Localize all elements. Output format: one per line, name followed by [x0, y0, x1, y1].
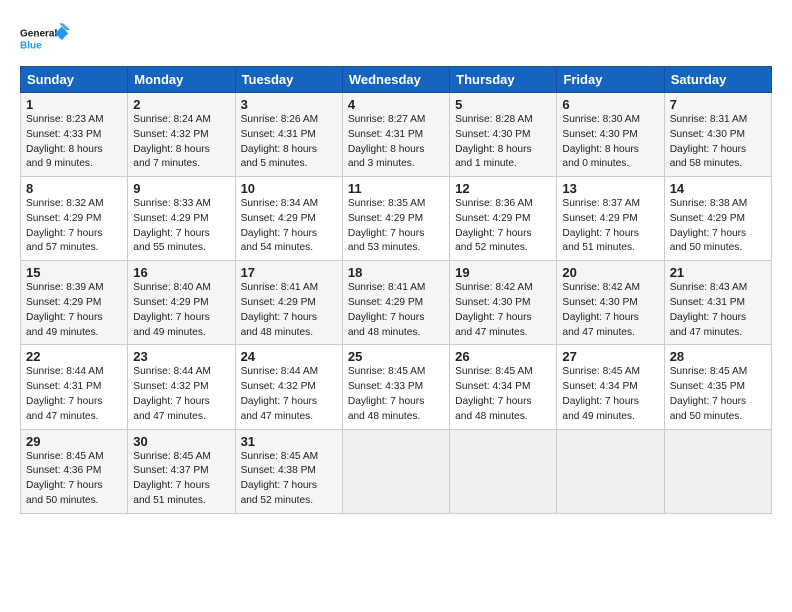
header: General Blue [20, 16, 772, 60]
calendar-day-11: 11Sunrise: 8:35 AMSunset: 4:29 PMDayligh… [342, 177, 449, 261]
calendar-day-6: 6Sunrise: 8:30 AMSunset: 4:30 PMDaylight… [557, 93, 664, 177]
calendar-day-17: 17Sunrise: 8:41 AMSunset: 4:29 PMDayligh… [235, 261, 342, 345]
calendar-day-empty [557, 429, 664, 513]
calendar-day-26: 26Sunrise: 8:45 AMSunset: 4:34 PMDayligh… [450, 345, 557, 429]
calendar-week-1: 1Sunrise: 8:23 AMSunset: 4:33 PMDaylight… [21, 93, 772, 177]
day-header-monday: Monday [128, 67, 235, 93]
calendar-day-4: 4Sunrise: 8:27 AMSunset: 4:31 PMDaylight… [342, 93, 449, 177]
calendar-day-14: 14Sunrise: 8:38 AMSunset: 4:29 PMDayligh… [664, 177, 771, 261]
svg-text:Blue: Blue [20, 40, 42, 51]
day-header-thursday: Thursday [450, 67, 557, 93]
calendar-day-25: 25Sunrise: 8:45 AMSunset: 4:33 PMDayligh… [342, 345, 449, 429]
day-header-sunday: Sunday [21, 67, 128, 93]
calendar-day-18: 18Sunrise: 8:41 AMSunset: 4:29 PMDayligh… [342, 261, 449, 345]
calendar-day-empty [450, 429, 557, 513]
calendar-day-15: 15Sunrise: 8:39 AMSunset: 4:29 PMDayligh… [21, 261, 128, 345]
calendar-table: SundayMondayTuesdayWednesdayThursdayFrid… [20, 66, 772, 514]
calendar-day-8: 8Sunrise: 8:32 AMSunset: 4:29 PMDaylight… [21, 177, 128, 261]
calendar-day-13: 13Sunrise: 8:37 AMSunset: 4:29 PMDayligh… [557, 177, 664, 261]
calendar-day-5: 5Sunrise: 8:28 AMSunset: 4:30 PMDaylight… [450, 93, 557, 177]
calendar-day-2: 2Sunrise: 8:24 AMSunset: 4:32 PMDaylight… [128, 93, 235, 177]
day-header-saturday: Saturday [664, 67, 771, 93]
page: General Blue SundayMondayTuesdayWednesda… [0, 0, 792, 524]
calendar-day-12: 12Sunrise: 8:36 AMSunset: 4:29 PMDayligh… [450, 177, 557, 261]
general-blue-logo-icon: General Blue [20, 20, 70, 60]
calendar-day-empty [342, 429, 449, 513]
calendar-day-23: 23Sunrise: 8:44 AMSunset: 4:32 PMDayligh… [128, 345, 235, 429]
calendar-day-16: 16Sunrise: 8:40 AMSunset: 4:29 PMDayligh… [128, 261, 235, 345]
calendar-day-21: 21Sunrise: 8:43 AMSunset: 4:31 PMDayligh… [664, 261, 771, 345]
calendar-day-22: 22Sunrise: 8:44 AMSunset: 4:31 PMDayligh… [21, 345, 128, 429]
day-header-friday: Friday [557, 67, 664, 93]
calendar-day-7: 7Sunrise: 8:31 AMSunset: 4:30 PMDaylight… [664, 93, 771, 177]
calendar-day-empty [664, 429, 771, 513]
calendar-day-28: 28Sunrise: 8:45 AMSunset: 4:35 PMDayligh… [664, 345, 771, 429]
calendar-day-20: 20Sunrise: 8:42 AMSunset: 4:30 PMDayligh… [557, 261, 664, 345]
day-header-tuesday: Tuesday [235, 67, 342, 93]
calendar-day-3: 3Sunrise: 8:26 AMSunset: 4:31 PMDaylight… [235, 93, 342, 177]
calendar-day-19: 19Sunrise: 8:42 AMSunset: 4:30 PMDayligh… [450, 261, 557, 345]
svg-text:General: General [20, 29, 57, 40]
calendar-day-10: 10Sunrise: 8:34 AMSunset: 4:29 PMDayligh… [235, 177, 342, 261]
calendar-week-3: 15Sunrise: 8:39 AMSunset: 4:29 PMDayligh… [21, 261, 772, 345]
calendar-day-1: 1Sunrise: 8:23 AMSunset: 4:33 PMDaylight… [21, 93, 128, 177]
calendar-day-30: 30Sunrise: 8:45 AMSunset: 4:37 PMDayligh… [128, 429, 235, 513]
calendar-header-row: SundayMondayTuesdayWednesdayThursdayFrid… [21, 67, 772, 93]
calendar-week-4: 22Sunrise: 8:44 AMSunset: 4:31 PMDayligh… [21, 345, 772, 429]
calendar-week-2: 8Sunrise: 8:32 AMSunset: 4:29 PMDaylight… [21, 177, 772, 261]
calendar-day-9: 9Sunrise: 8:33 AMSunset: 4:29 PMDaylight… [128, 177, 235, 261]
day-header-wednesday: Wednesday [342, 67, 449, 93]
calendar-day-24: 24Sunrise: 8:44 AMSunset: 4:32 PMDayligh… [235, 345, 342, 429]
logo: General Blue [20, 20, 70, 60]
calendar-day-29: 29Sunrise: 8:45 AMSunset: 4:36 PMDayligh… [21, 429, 128, 513]
calendar-day-27: 27Sunrise: 8:45 AMSunset: 4:34 PMDayligh… [557, 345, 664, 429]
calendar-week-5: 29Sunrise: 8:45 AMSunset: 4:36 PMDayligh… [21, 429, 772, 513]
calendar-day-31: 31Sunrise: 8:45 AMSunset: 4:38 PMDayligh… [235, 429, 342, 513]
